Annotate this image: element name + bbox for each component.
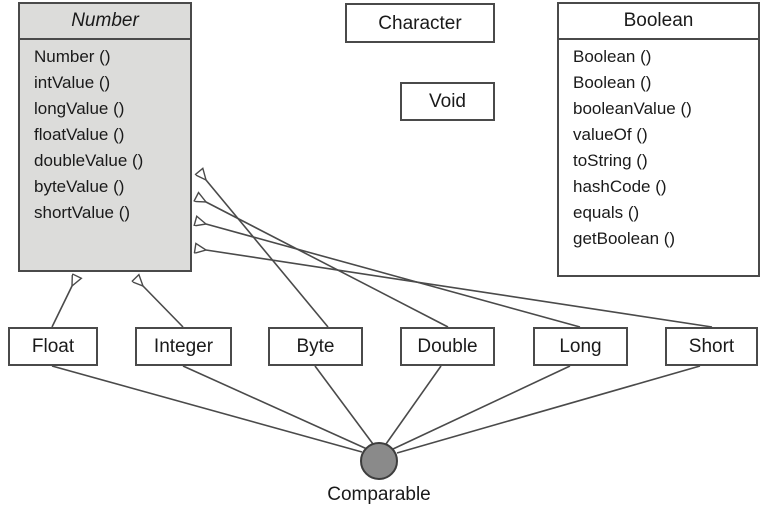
member-item: Boolean () [573, 73, 652, 92]
interface-label-comparable: Comparable [327, 484, 431, 505]
class-box-void[interactable]: Void [400, 82, 495, 121]
class-members-boolean: Boolean () Boolean () booleanValue () va… [559, 40, 758, 256]
edge-float-to-number [51, 286, 72, 328]
class-name-short: Short [688, 336, 735, 357]
member-item: longValue () [34, 99, 125, 118]
member-item: floatValue () [34, 125, 125, 144]
class-box-number[interactable]: Number Number () intValue () longValue (… [18, 2, 192, 272]
class-name-byte: Byte [296, 336, 335, 357]
member-item: doubleValue () [34, 151, 144, 170]
interface-node-comparable[interactable] [360, 442, 398, 480]
edge-byte-to-comparable [314, 365, 374, 445]
class-name-void: Void [429, 91, 466, 112]
class-name-long: Long [559, 336, 602, 357]
class-box-byte[interactable]: Byte [268, 327, 363, 366]
edge-double-to-comparable [385, 365, 442, 445]
class-box-long[interactable]: Long [533, 327, 628, 366]
edge-integer-to-number [143, 286, 184, 328]
edge-short-to-comparable [396, 365, 701, 454]
class-name-boolean: Boolean [623, 10, 694, 31]
class-name-double: Double [417, 336, 478, 357]
edge-float-to-comparable [51, 365, 363, 453]
member-item: toString () [573, 151, 648, 170]
member-item: Number () [34, 47, 111, 66]
member-item: getBoolean () [573, 229, 676, 248]
member-item: shortValue () [34, 203, 131, 222]
member-item: equals () [573, 203, 640, 222]
class-box-boolean[interactable]: Boolean Boolean () Boolean () booleanVal… [557, 2, 760, 277]
class-box-character[interactable]: Character [345, 3, 495, 43]
edge-long-to-comparable [392, 365, 571, 450]
class-members-number: Number () intValue () longValue () float… [20, 40, 190, 230]
member-item: booleanValue () [573, 99, 692, 118]
class-box-short[interactable]: Short [665, 327, 758, 366]
class-box-float[interactable]: Float [8, 327, 98, 366]
class-box-double[interactable]: Double [400, 327, 495, 366]
edge-double-to-number [206, 202, 449, 328]
class-name-character: Character [378, 12, 462, 34]
edge-long-to-number [206, 224, 581, 328]
class-name-float: Float [31, 336, 75, 357]
edge-integer-to-comparable [182, 365, 368, 450]
member-item: hashCode () [573, 177, 667, 196]
edge-byte-to-number [206, 180, 329, 328]
member-item: intValue () [34, 73, 111, 92]
member-item: valueOf () [573, 125, 648, 144]
class-name-integer: Integer [153, 336, 214, 357]
uml-class-diagram: Number Number () intValue () longValue (… [0, 0, 768, 512]
class-name-number: Number [71, 10, 139, 31]
member-item: Boolean () [573, 47, 652, 66]
member-item: byteValue () [34, 177, 125, 196]
class-box-integer[interactable]: Integer [135, 327, 232, 366]
